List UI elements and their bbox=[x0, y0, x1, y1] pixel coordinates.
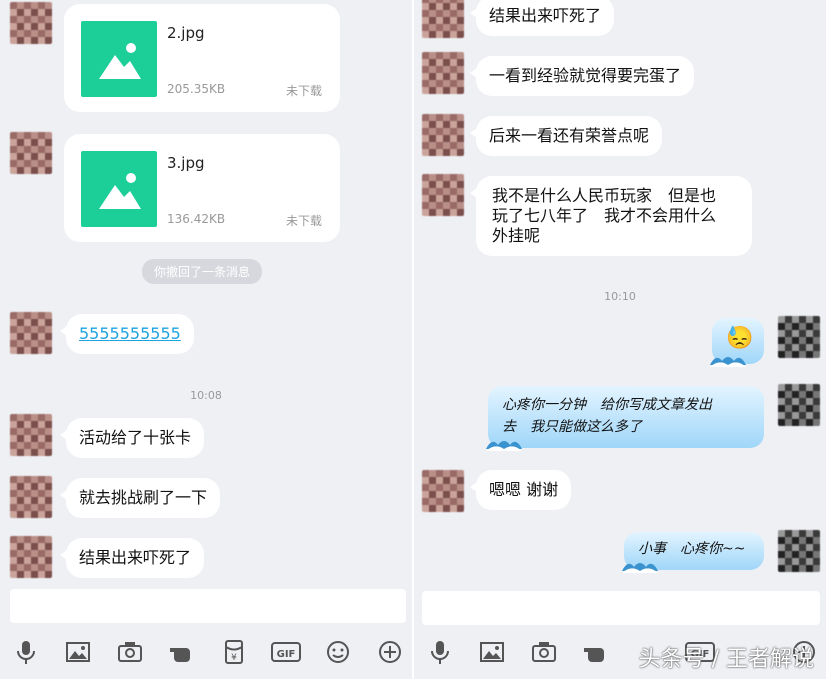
avatar[interactable] bbox=[422, 52, 464, 94]
camera-icon[interactable] bbox=[530, 638, 558, 666]
avatar[interactable] bbox=[422, 0, 464, 38]
download-status: 未下载 bbox=[285, 84, 322, 98]
watermark: 头条号 / 王者解说 bbox=[638, 647, 814, 672]
message-line: 去 我只能做这么多了 bbox=[502, 419, 642, 435]
my-avatar[interactable] bbox=[778, 530, 820, 572]
message-input[interactable] bbox=[422, 591, 820, 625]
phone-number-link[interactable]: 5555555555 bbox=[79, 324, 181, 343]
file-message[interactable]: 2.jpg 205.35KB 未下载 bbox=[64, 4, 340, 112]
image-file-icon bbox=[81, 21, 157, 97]
message-line: 玩了七八年了 我才不会用什么 bbox=[492, 206, 717, 225]
input-toolbar: ¥ GIF bbox=[0, 630, 412, 675]
my-avatar[interactable] bbox=[778, 316, 820, 358]
file-size: 136.42KB bbox=[167, 212, 226, 226]
message-bubble: 心疼你一分钟 给你写成文章发出 去 我只能做这么多了 bbox=[486, 386, 764, 451]
wave-decoration-icon bbox=[710, 357, 746, 367]
message-bubble: 我不是什么人民币玩家 但是也 玩了七八年了 我才不会用什么 外挂呢 bbox=[470, 176, 752, 256]
svg-text:¥: ¥ bbox=[231, 653, 237, 663]
svg-text:GIF: GIF bbox=[277, 649, 296, 660]
message-line: 外挂呢 bbox=[492, 226, 541, 245]
chat-pane-right: 结果出来吓死了 一看到经验就觉得要完蛋了 后来一看还有荣誉点呢 我不是什么人民币… bbox=[414, 0, 826, 679]
message-bubble: 一看到经验就觉得要完蛋了 bbox=[469, 56, 695, 96]
avatar[interactable] bbox=[422, 114, 464, 156]
message-timestamp: 10:10 bbox=[604, 290, 636, 303]
avatar[interactable] bbox=[422, 174, 464, 216]
image-file-icon bbox=[81, 151, 157, 227]
avatar[interactable] bbox=[10, 312, 52, 354]
hand-icon[interactable] bbox=[168, 638, 196, 666]
camera-icon[interactable] bbox=[116, 638, 144, 666]
message-bubble: 活动给了十张卡 bbox=[59, 418, 205, 458]
avatar[interactable] bbox=[10, 476, 52, 518]
message-line: 心疼你一分钟 给你写成文章发出 bbox=[502, 397, 712, 413]
wave-decoration-icon bbox=[486, 441, 522, 451]
image-icon[interactable] bbox=[478, 638, 506, 666]
microphone-icon[interactable] bbox=[426, 638, 454, 666]
image-icon[interactable] bbox=[64, 638, 92, 666]
emoji-icon[interactable] bbox=[324, 638, 352, 666]
message-bubble: 就去挑战刷了一下 bbox=[59, 478, 221, 518]
message-bubble: 小事 心疼你~~ bbox=[622, 532, 764, 573]
download-status: 未下载 bbox=[285, 214, 322, 228]
message-input[interactable] bbox=[10, 589, 406, 623]
message-line: 我不是什么人民币玩家 但是也 bbox=[492, 186, 717, 205]
microphone-icon[interactable] bbox=[12, 638, 40, 666]
avatar[interactable] bbox=[10, 132, 52, 174]
emoji-message-bubble: 😓 bbox=[710, 318, 764, 367]
avatar[interactable] bbox=[10, 414, 52, 456]
message-bubble: 结果出来吓死了 bbox=[59, 538, 205, 578]
gif-icon[interactable]: GIF bbox=[270, 638, 302, 666]
message-bubble: 后来一看还有荣誉点呢 bbox=[469, 116, 663, 156]
wave-decoration-icon bbox=[622, 563, 658, 573]
chat-pane-left: 2.jpg 205.35KB 未下载 3.jpg 136.42KB 未下载 你撤… bbox=[0, 0, 412, 679]
message-bubble: 结果出来吓死了 bbox=[469, 0, 615, 36]
file-name: 2.jpg bbox=[167, 24, 205, 42]
red-packet-icon[interactable]: ¥ bbox=[220, 638, 248, 666]
avatar[interactable] bbox=[10, 536, 52, 578]
avatar[interactable] bbox=[422, 470, 464, 512]
my-avatar[interactable] bbox=[778, 384, 820, 426]
recall-notice: 你撤回了一条消息 bbox=[142, 259, 263, 284]
file-name: 3.jpg bbox=[167, 154, 205, 172]
plus-icon[interactable] bbox=[376, 638, 404, 666]
file-size: 205.35KB bbox=[167, 82, 226, 96]
avatar[interactable] bbox=[10, 2, 52, 44]
sweat-emoji-icon: 😓 bbox=[726, 326, 754, 351]
message-bubble: 嗯嗯 谢谢 bbox=[469, 470, 572, 510]
file-message[interactable]: 3.jpg 136.42KB 未下载 bbox=[64, 134, 340, 242]
message-timestamp: 10:08 bbox=[190, 389, 222, 402]
message-bubble: 5555555555 bbox=[60, 314, 194, 354]
hand-icon[interactable] bbox=[582, 638, 610, 666]
